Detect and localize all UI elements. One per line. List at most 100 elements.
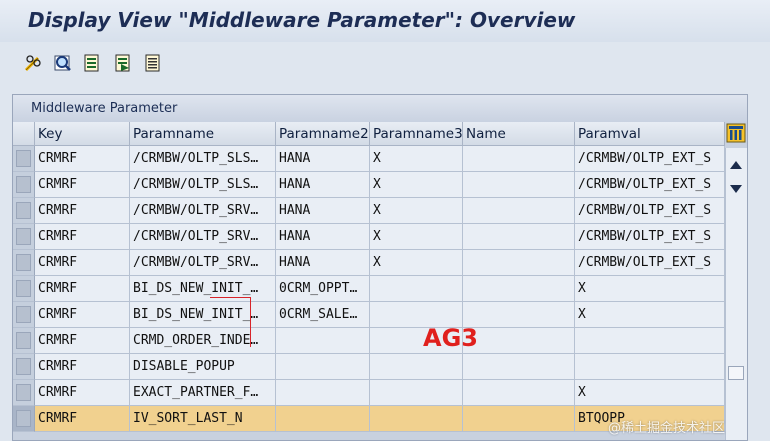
paramval-cell[interactable]: /CRMBW/OLTP_EXT_S (575, 172, 725, 198)
table-row[interactable]: CRMRF EXACT_PARTNER_F… X (13, 380, 725, 406)
paramname2-cell[interactable] (276, 380, 370, 406)
paramname2-cell[interactable]: 0CRM_SALE… (276, 302, 370, 328)
paramval-cell[interactable]: /CRMBW/OLTP_EXT_S (575, 146, 725, 172)
paramname-cell[interactable]: BI_DS_NEW_INIT_… (130, 276, 276, 302)
column-paramname-header[interactable]: Paramname (130, 122, 276, 146)
name-cell[interactable] (463, 276, 575, 302)
paramname-cell[interactable]: /CRMBW/OLTP_SRV… (130, 250, 276, 276)
row-selector[interactable] (13, 224, 35, 250)
paramname3-cell[interactable]: X (370, 250, 463, 276)
row-selector[interactable] (13, 146, 35, 172)
paramval-cell[interactable] (575, 354, 725, 380)
key-cell[interactable]: CRMRF (35, 328, 130, 354)
key-cell[interactable]: CRMRF (35, 380, 130, 406)
table-row[interactable]: CRMRF/CRMBW/OLTP_SRV… HANA X/CRMBW/OLTP_EX… (13, 250, 725, 276)
paramname2-cell[interactable] (276, 354, 370, 380)
document-export-icon[interactable] (112, 52, 134, 74)
table-row[interactable]: CRMRF BI_DS_NEW_INIT_… 0CRM_OPPT… X (13, 276, 725, 302)
key-cell[interactable]: CRMRF (35, 406, 130, 432)
paramname-cell[interactable]: BI_DS_NEW_INIT_… (130, 302, 276, 328)
key-cell[interactable]: CRMRF (35, 172, 130, 198)
paramname3-cell[interactable]: X (370, 172, 463, 198)
paramname3-cell[interactable] (370, 406, 463, 432)
paramname2-cell[interactable]: HANA (276, 198, 370, 224)
row-selector[interactable] (13, 328, 35, 354)
row-selector[interactable] (13, 198, 35, 224)
paramname-cell[interactable]: DISABLE_POPUP (130, 354, 276, 380)
paramname3-cell[interactable]: X (370, 198, 463, 224)
name-cell[interactable] (463, 354, 575, 380)
row-selector[interactable] (13, 406, 35, 432)
table-row[interactable]: CRMRF/CRMBW/OLTP_SLS… HANA X/CRMBW/OLTP_EX… (13, 146, 725, 172)
name-cell[interactable] (463, 380, 575, 406)
column-name-header[interactable]: Name (463, 122, 575, 146)
paramval-cell[interactable]: X (575, 380, 725, 406)
paramname3-cell[interactable]: X (370, 224, 463, 250)
paramname-cell[interactable]: /CRMBW/OLTP_SLS… (130, 146, 276, 172)
paramname2-cell[interactable]: HANA (276, 224, 370, 250)
paramname2-cell[interactable]: HANA (276, 250, 370, 276)
row-selector[interactable] (13, 250, 35, 276)
paramname2-cell[interactable] (276, 406, 370, 432)
column-key-header[interactable]: Key (35, 122, 130, 146)
table-row[interactable]: CRMRF/CRMBW/OLTP_SRV… HANA X/CRMBW/OLTP_EX… (13, 198, 725, 224)
paramname2-cell[interactable] (276, 328, 370, 354)
row-selector[interactable] (13, 380, 35, 406)
name-cell[interactable] (463, 198, 575, 224)
column-paramname2-header[interactable]: Paramname2 (276, 122, 370, 146)
name-cell[interactable] (463, 224, 575, 250)
paramval-cell[interactable] (575, 328, 725, 354)
paramname3-cell[interactable] (370, 380, 463, 406)
row-selector[interactable] (13, 354, 35, 380)
scroll-thumb[interactable] (728, 366, 744, 380)
key-cell[interactable]: CRMRF (35, 146, 130, 172)
table-row[interactable]: CRMRF DISABLE_POPUP (13, 354, 725, 380)
find-icon[interactable] (52, 52, 74, 74)
key-cell[interactable]: CRMRF (35, 198, 130, 224)
paramname3-cell[interactable] (370, 276, 463, 302)
table-row[interactable]: CRMRF/CRMBW/OLTP_SLS… HANA X/CRMBW/OLTP_EX… (13, 172, 725, 198)
table-row[interactable]: CRMRF/CRMBW/OLTP_SRV… HANA X/CRMBW/OLTP_EX… (13, 224, 725, 250)
column-paramval-header[interactable]: Paramval (575, 122, 725, 146)
select-all-corner[interactable] (13, 122, 35, 146)
paramval-cell[interactable]: /CRMBW/OLTP_EXT_S (575, 198, 725, 224)
row-selector[interactable] (13, 172, 35, 198)
name-cell[interactable] (463, 146, 575, 172)
paramname-cell[interactable]: /CRMBW/OLTP_SRV… (130, 198, 276, 224)
key-cell[interactable]: CRMRF (35, 354, 130, 380)
key-cell[interactable]: CRMRF (35, 276, 130, 302)
table-row[interactable]: CRMRF CRMD_ORDER_INDE… (13, 328, 725, 354)
key-cell[interactable]: CRMRF (35, 302, 130, 328)
paramname2-cell[interactable]: HANA (276, 172, 370, 198)
row-selector[interactable] (13, 302, 35, 328)
row-selector[interactable] (13, 276, 35, 302)
name-cell[interactable] (463, 328, 575, 354)
column-paramname3-header[interactable]: Paramname3 (370, 122, 463, 146)
paramname-cell[interactable]: EXACT_PARTNER_F… (130, 380, 276, 406)
name-cell[interactable] (463, 250, 575, 276)
table-row[interactable]: CRMRF BI_DS_NEW_INIT_… 0CRM_SALE… X (13, 302, 725, 328)
column-settings-icon[interactable] (726, 123, 746, 143)
key-cell[interactable]: CRMRF (35, 250, 130, 276)
document-icon[interactable] (81, 52, 103, 74)
paramname3-cell[interactable] (370, 354, 463, 380)
scroll-down-icon[interactable] (730, 178, 742, 197)
edit-glasses-icon[interactable] (22, 52, 44, 74)
paramname-cell[interactable]: /CRMBW/OLTP_SRV… (130, 224, 276, 250)
scroll-up-icon[interactable] (730, 154, 742, 173)
paramname2-cell[interactable]: HANA (276, 146, 370, 172)
paramname3-cell[interactable]: X (370, 146, 463, 172)
name-cell[interactable] (463, 302, 575, 328)
key-cell[interactable]: CRMRF (35, 224, 130, 250)
paramname-cell[interactable]: IV_SORT_LAST_N (130, 406, 276, 432)
paramval-cell[interactable]: /CRMBW/OLTP_EXT_S (575, 250, 725, 276)
paramval-cell[interactable]: /CRMBW/OLTP_EXT_S (575, 224, 725, 250)
name-cell[interactable] (463, 172, 575, 198)
document-list-icon[interactable] (142, 52, 164, 74)
paramval-cell[interactable]: X (575, 302, 725, 328)
paramval-cell[interactable]: X (575, 276, 725, 302)
paramname2-cell[interactable]: 0CRM_OPPT… (276, 276, 370, 302)
paramname-cell[interactable]: /CRMBW/OLTP_SLS… (130, 172, 276, 198)
paramname-cell[interactable]: CRMD_ORDER_INDE… (130, 328, 276, 354)
vertical-scrollbar[interactable] (725, 148, 747, 440)
